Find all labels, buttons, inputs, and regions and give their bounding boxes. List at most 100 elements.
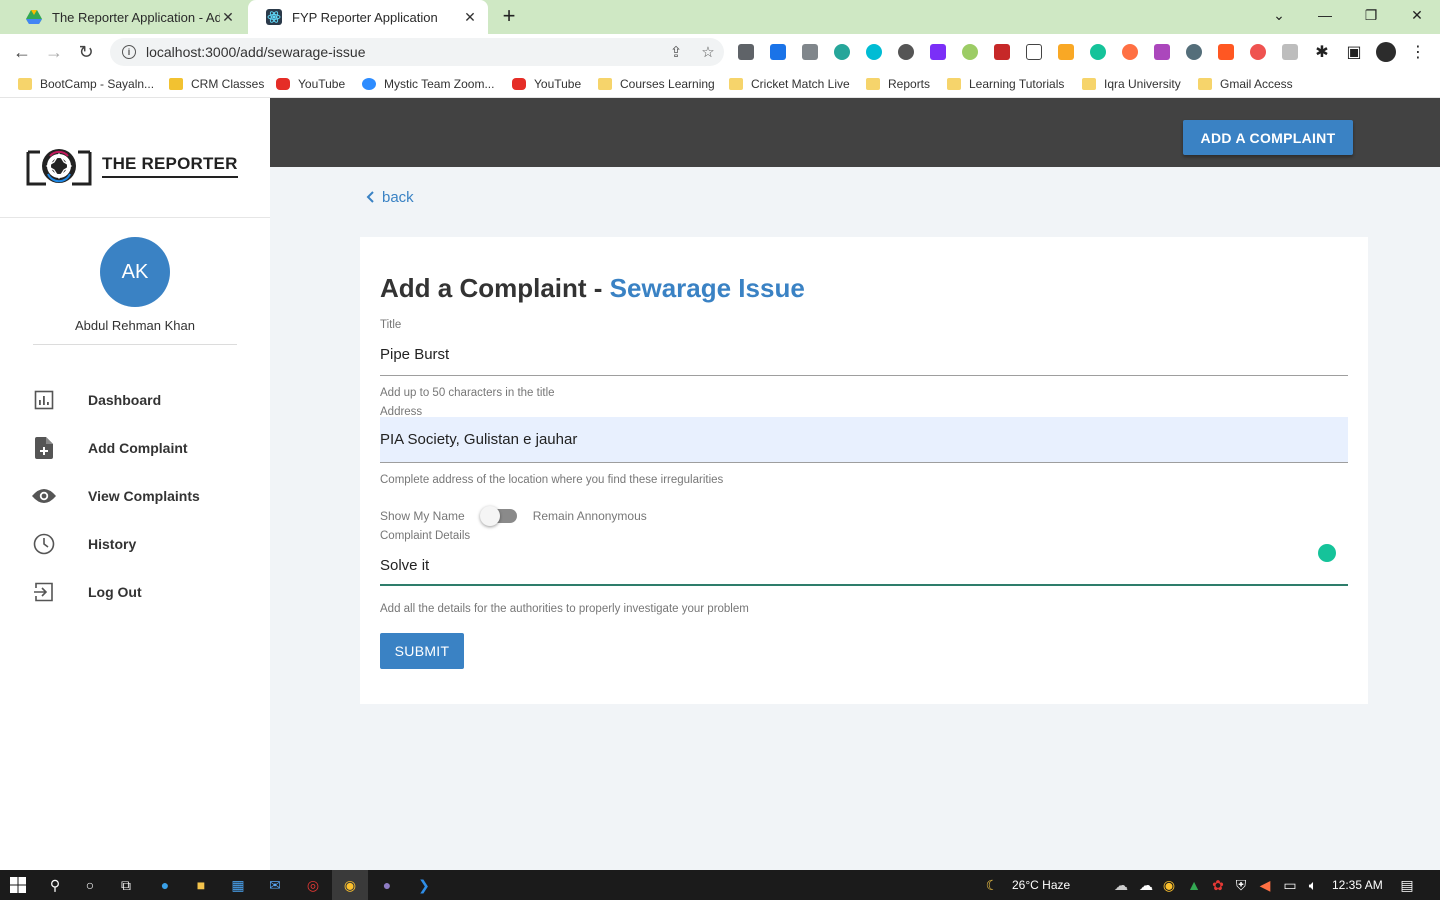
tab-search-icon[interactable]: ⌄ <box>1256 0 1302 30</box>
extension-icon[interactable] <box>738 44 754 60</box>
folder-icon <box>1198 78 1212 90</box>
restore-icon[interactable]: ❐ <box>1348 0 1394 30</box>
profile-avatar[interactable] <box>1376 42 1396 62</box>
close-icon[interactable]: ✕ <box>462 9 478 26</box>
info-icon[interactable]: i <box>122 45 136 59</box>
grammarly-icon[interactable] <box>1090 44 1106 60</box>
back-arrow-icon[interactable]: ← <box>10 40 34 64</box>
task-view-icon[interactable]: ⧉ <box>117 876 135 894</box>
side-panel-icon[interactable]: ▣ <box>1344 42 1364 62</box>
store-icon[interactable]: ▦ <box>229 876 247 894</box>
extension-icon[interactable] <box>770 44 786 60</box>
network-icon[interactable]: ▭ <box>1281 876 1299 894</box>
zoom-icon <box>362 78 376 90</box>
sidebar-item-view-complaints[interactable]: View Complaints <box>32 480 242 512</box>
avatar[interactable]: AK <box>100 237 170 307</box>
address-bar[interactable]: i localhost:3000/add/sewarage-issue ⇪ ☆ <box>110 38 724 66</box>
extension-icon[interactable] <box>866 44 882 60</box>
extension-icon[interactable] <box>834 44 850 60</box>
sidebar-item-history[interactable]: History <box>32 528 242 560</box>
close-icon[interactable]: ✕ <box>220 9 236 26</box>
bookmark-item[interactable]: Gmail Access <box>1198 75 1293 93</box>
camera-icon[interactable] <box>802 44 818 60</box>
vscode-icon[interactable]: ❯ <box>415 876 433 894</box>
bookmark-item[interactable]: YouTube <box>276 75 345 93</box>
extension-icon[interactable] <box>1218 44 1234 60</box>
extension-icon[interactable] <box>1154 44 1170 60</box>
notification-icon[interactable]: ▤ <box>1398 876 1416 894</box>
extension-icon[interactable] <box>1122 44 1138 60</box>
window-close-icon[interactable]: ✕ <box>1394 0 1440 30</box>
forward-arrow-icon[interactable]: → <box>42 40 66 64</box>
brand-logo[interactable]: THE REPORTER <box>26 144 238 188</box>
show-name-label: Show My Name <box>380 509 465 523</box>
volume-icon[interactable]: 🔈︎ <box>1304 876 1322 894</box>
new-tab-icon[interactable]: + <box>498 5 520 27</box>
extension-icon[interactable] <box>1250 44 1266 60</box>
bookmark-item[interactable]: Learning Tutorials <box>947 75 1064 93</box>
windows-taskbar: ⚲ ○ ⧉ ● ■ ▦ ✉ ◎ ◉ ● ❯ ☾ 26°C Haze ☁ ☁ ◉ … <box>0 870 1440 900</box>
bookmark-item[interactable]: Cricket Match Live <box>729 75 850 93</box>
anonymous-toggle[interactable] <box>479 506 517 526</box>
share-icon[interactable]: ⇪ <box>660 43 692 61</box>
back-link[interactable]: back <box>366 189 414 206</box>
sidebar-item-dashboard[interactable]: Dashboard <box>32 384 242 416</box>
submit-button[interactable]: SUBMIT <box>380 633 464 669</box>
onedrive-icon[interactable]: ☁ <box>1137 876 1155 894</box>
cloud-icon[interactable]: ☁ <box>1112 876 1130 894</box>
toggle-thumb[interactable] <box>479 506 500 526</box>
tray-app-icon[interactable]: ◀ <box>1256 876 1274 894</box>
extension-icon[interactable] <box>1282 44 1298 60</box>
menu-dots-icon[interactable]: ⋮ <box>1408 42 1428 62</box>
sidebar-item-logout[interactable]: Log Out <box>32 576 242 608</box>
details-input[interactable]: Solve it <box>380 552 1348 578</box>
drive-tray-icon[interactable]: ▲ <box>1185 876 1203 894</box>
chrome-tray-icon[interactable]: ◉ <box>1160 876 1178 894</box>
app-icon[interactable]: ◎ <box>304 876 322 894</box>
title-input-underline <box>380 375 1348 376</box>
extension-icon[interactable] <box>930 44 946 60</box>
bookmark-item[interactable]: Iqra University <box>1082 75 1181 93</box>
minimize-icon[interactable]: — <box>1302 0 1348 30</box>
reload-icon[interactable]: ↻ <box>74 40 98 64</box>
tray-app-icon[interactable]: ✿ <box>1209 876 1227 894</box>
tab-admin[interactable]: The Reporter Application - Admin ✕ <box>8 0 246 34</box>
user-divider <box>33 344 237 345</box>
bookmark-item[interactable]: BootCamp - Sayaln... <box>18 75 154 93</box>
add-complaint-button[interactable]: ADD A COMPLAINT <box>1183 120 1353 155</box>
brand-name: THE REPORTER <box>102 154 238 178</box>
extension-icon[interactable] <box>1058 44 1074 60</box>
mail-icon[interactable]: ✉ <box>266 876 284 894</box>
details-field-label: Complaint Details <box>380 530 471 542</box>
extension-icon[interactable] <box>1186 44 1202 60</box>
file-explorer-icon[interactable]: ■ <box>192 876 210 894</box>
folder-icon <box>598 78 612 90</box>
bookmarks-bar: BootCamp - Sayaln... CRM Classes YouTube… <box>0 70 1440 98</box>
star-icon[interactable]: ☆ <box>692 43 724 61</box>
cortana-icon[interactable]: ○ <box>81 876 99 894</box>
address-input[interactable]: PIA Society, Gulistan e jauhar <box>380 417 1348 462</box>
chrome-icon[interactable]: ◉ <box>341 876 359 894</box>
grammarly-icon[interactable] <box>1318 544 1336 562</box>
extension-icon[interactable] <box>994 44 1010 60</box>
extension-icon[interactable] <box>898 44 914 60</box>
extension-icon[interactable] <box>962 44 978 60</box>
search-icon[interactable]: ⚲ <box>46 876 64 894</box>
tab-reporter[interactable]: FYP Reporter Application ✕ <box>248 0 488 34</box>
sidebar-item-label: Dashboard <box>88 392 162 408</box>
move-icon[interactable] <box>1026 44 1042 60</box>
bookmark-item[interactable]: YouTube <box>512 75 581 93</box>
folder-icon <box>18 78 32 90</box>
bookmark-item[interactable]: Courses Learning <box>598 75 715 93</box>
security-icon[interactable]: ⛨ <box>1232 876 1250 894</box>
title-input[interactable]: Pipe Burst <box>380 341 1348 367</box>
windows-start-icon[interactable] <box>9 876 27 894</box>
edge-icon[interactable]: ● <box>156 876 174 894</box>
sidebar-item-add-complaint[interactable]: Add Complaint <box>32 432 242 464</box>
bookmark-item[interactable]: Mystic Team Zoom... <box>362 75 494 93</box>
bookmark-item[interactable]: CRM Classes <box>169 75 264 93</box>
details-helper-text: Add all the details for the authorities … <box>380 603 749 615</box>
puzzle-icon[interactable]: ✱ <box>1312 42 1332 62</box>
bookmark-item[interactable]: Reports <box>866 75 930 93</box>
github-icon[interactable]: ● <box>378 876 396 894</box>
